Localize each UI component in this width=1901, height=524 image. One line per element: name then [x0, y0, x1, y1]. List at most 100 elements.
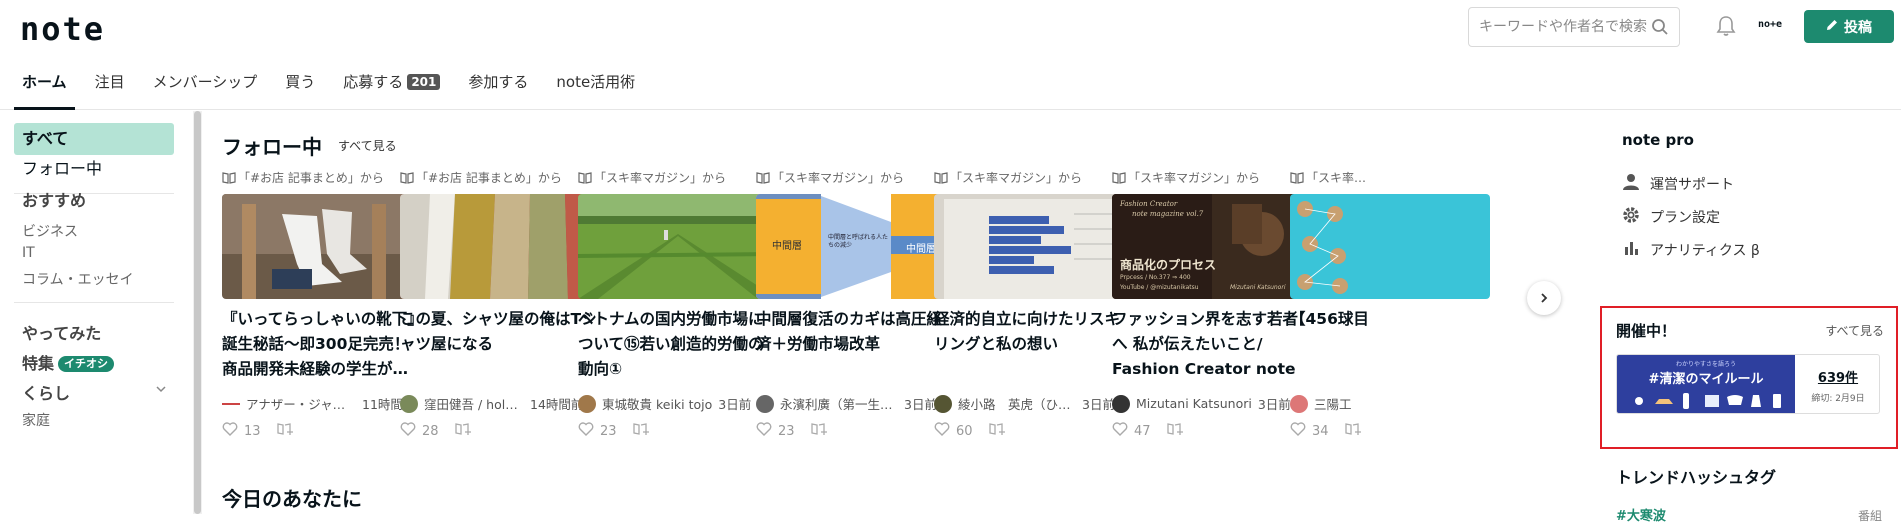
article-thumbnail[interactable] — [400, 194, 600, 299]
author-name[interactable]: 綾小路 英虎（ひで… — [958, 394, 1076, 413]
event-banner[interactable]: わかりやすさを語ろう #清潔のマイルール — [1617, 355, 1795, 413]
author-name[interactable]: 東城敬貴 keiki tojo — [602, 394, 712, 413]
article-thumbnail[interactable]: Fashion Creator note magazine vol.7 商品化の… — [1112, 194, 1312, 299]
article-title[interactable]: 経済的自立に向けたリスキリングと私の想い — [934, 307, 1134, 382]
author-name[interactable]: 三陽工 — [1314, 394, 1352, 413]
events-see-all-link[interactable]: すべて見る — [1825, 322, 1884, 339]
article-thumbnail[interactable] — [934, 194, 1134, 299]
article-card[interactable]: 「スキ率マガジン」から 経済的自立に向けたリスキリングと私の想い 綾小路 英虎（… — [934, 169, 1134, 449]
article-thumbnail[interactable] — [578, 194, 778, 299]
tab-membership[interactable]: メンバーシップ — [139, 65, 272, 110]
add-to-magazine-icon[interactable] — [810, 422, 827, 440]
tab-buy[interactable]: 買う — [271, 65, 329, 110]
author-avatar[interactable] — [1112, 394, 1130, 413]
search-box[interactable] — [1468, 7, 1680, 47]
author-name[interactable]: Mizutani Katsunori — [1136, 396, 1252, 411]
tab-note-tips[interactable]: note活用術 — [542, 65, 649, 110]
heart-icon[interactable] — [400, 422, 416, 440]
trend-hashtag-item[interactable]: #大寒波 — [1616, 505, 1666, 524]
tab-home[interactable]: ホーム — [8, 65, 81, 110]
sidebar-item-following[interactable]: フォロー中 — [14, 153, 174, 185]
post-button[interactable]: 投稿 — [1804, 10, 1894, 43]
sidebar-item-tried[interactable]: やってみた — [22, 320, 101, 344]
sidebar-item-home[interactable]: 家庭 — [22, 410, 50, 430]
author-avatar[interactable] — [222, 398, 240, 409]
note-logo[interactable]: note — [20, 10, 105, 48]
following-see-all-link[interactable]: すべて見る — [338, 137, 397, 154]
sidebar-item-special[interactable]: 特集 イチオシ — [22, 350, 115, 374]
heart-icon[interactable] — [934, 422, 950, 440]
add-to-magazine-icon[interactable] — [276, 422, 293, 440]
heart-icon[interactable] — [578, 422, 594, 440]
bell-icon[interactable] — [1716, 15, 1736, 41]
article-card[interactable]: 「スキ率マガジン」から 中間層 中間層と呼ばれる人たちの減少 中間層 中間層復活… — [756, 169, 956, 449]
event-card[interactable]: わかりやすさを語ろう #清潔のマイルール 639件 締切: 2月9日 — [1616, 354, 1880, 414]
analytics-link[interactable]: アナリティクス β — [1622, 239, 1760, 261]
search-input[interactable] — [1479, 8, 1649, 46]
sidebar-item-column[interactable]: コラム・エッセイ — [22, 269, 134, 289]
article-title[interactable]: 【456球目 — [1290, 307, 1490, 382]
sidebar-item-business[interactable]: ビジネス — [22, 221, 78, 241]
magazine-source[interactable]: 「スキ率マガジン」から — [934, 169, 1082, 186]
carousel-next-button[interactable] — [1527, 281, 1561, 315]
ongoing-title: 開催中！ — [1616, 322, 1677, 340]
heart-icon[interactable] — [1112, 422, 1128, 440]
entry-count[interactable]: 639件 — [1795, 367, 1879, 386]
plan-settings-link[interactable]: プラン設定 — [1622, 206, 1720, 228]
magazine-source[interactable]: 「スキ率マガジン」から — [756, 169, 904, 186]
magazine-source[interactable]: 「スキ率マガジン」から — [578, 169, 726, 186]
user-avatar[interactable]: no+e — [1758, 19, 1782, 30]
trend-hashtag-title: トレンドハッシュタグ — [1616, 468, 1777, 487]
sidebar-item-life[interactable]: くらし — [22, 380, 70, 404]
author-avatar[interactable] — [1290, 394, 1308, 413]
magazine-source[interactable]: 「#お店 記事まとめ」から — [222, 169, 384, 186]
article-title[interactable]: 中間層復活のカギは高圧経済＋労働市場改革 — [756, 307, 956, 382]
author-avatar[interactable] — [934, 394, 952, 413]
post-time: 3日前 — [904, 397, 937, 412]
chevron-down-icon[interactable] — [154, 381, 168, 400]
add-to-magazine-icon[interactable] — [1166, 422, 1183, 440]
add-to-magazine-icon[interactable] — [1344, 422, 1361, 440]
magazine-source[interactable]: 「スキ率… — [1290, 169, 1366, 186]
sidebar-heading-recommended[interactable]: おすすめ — [22, 192, 86, 210]
tab-featured[interactable]: 注目 — [81, 65, 139, 110]
article-card[interactable]: 「スキ率… 【456球目 三陽工 34 — [1290, 169, 1490, 449]
search-icon[interactable] — [1651, 18, 1669, 40]
article-actions: 47 — [1112, 422, 1183, 440]
sidebar-item-all[interactable]: すべて — [14, 123, 174, 155]
article-title[interactable]: ベトナムの国内労働市場について⑮若い創造的労働の動向① — [578, 307, 778, 382]
add-to-magazine-icon[interactable] — [632, 422, 649, 440]
tab-apply[interactable]: 応募する 201 — [329, 65, 454, 110]
pencil-icon — [1826, 19, 1838, 35]
article-title[interactable]: 『いってらっしゃいの靴下』誕生秘話〜即300足完売！商品開発未経験の学生が… — [222, 307, 422, 382]
heart-icon[interactable] — [756, 422, 772, 440]
article-title[interactable]: この夏、シャツ屋の俺はTシャツ屋になる — [400, 307, 600, 382]
heart-icon[interactable] — [222, 422, 238, 440]
article-thumbnail[interactable] — [222, 194, 422, 299]
author-avatar[interactable] — [756, 394, 774, 413]
article-card[interactable]: 「スキ率マガジン」から ベトナムの国内労働市場について⑮若い創造的労働の動向① … — [578, 169, 778, 449]
article-card[interactable]: 「#お店 記事まとめ」から 『いってらっしゃいの靴下』誕生秘話〜即300足完売！… — [222, 169, 422, 449]
scrollbar-thumb[interactable] — [194, 111, 201, 514]
article-thumbnail[interactable]: 中間層 中間層と呼ばれる人たちの減少 中間層 — [756, 194, 956, 299]
article-thumbnail[interactable] — [1290, 194, 1490, 299]
author-avatar[interactable] — [578, 394, 596, 413]
article-title[interactable]: ファッション界を志す若者へ 私が伝えたいこと/ Fashion Creator … — [1112, 307, 1312, 382]
author-name[interactable]: 窪田健吾 / holo s… — [424, 394, 524, 413]
post-time: 3日前 — [718, 397, 752, 412]
author-name[interactable]: アナザー・ジャパン — [246, 394, 356, 413]
support-link[interactable]: 運営サポート — [1622, 173, 1734, 195]
article-meta: 東城敬貴 keiki tojo 3日前 — [578, 394, 778, 413]
magazine-source[interactable]: 「#お店 記事まとめ」から — [400, 169, 562, 186]
add-to-magazine-icon[interactable] — [988, 422, 1005, 440]
add-to-magazine-icon[interactable] — [454, 422, 471, 440]
tab-join[interactable]: 参加する — [454, 65, 542, 110]
magazine-source[interactable]: 「スキ率マガジン」から — [1112, 169, 1260, 186]
sidebar-scrollbar[interactable] — [193, 111, 202, 514]
article-card[interactable]: 「スキ率マガジン」から Fashion Creator note magazin… — [1112, 169, 1312, 449]
article-card[interactable]: 「#お店 記事まとめ」から この夏、シャツ屋の俺はTシャツ屋になる 窪田健吾 /… — [400, 169, 600, 449]
author-name[interactable]: 永濱利廣（第一生命… — [780, 394, 898, 413]
heart-icon[interactable] — [1290, 422, 1306, 440]
sidebar-item-it[interactable]: IT — [22, 245, 35, 261]
author-avatar[interactable] — [400, 394, 418, 413]
